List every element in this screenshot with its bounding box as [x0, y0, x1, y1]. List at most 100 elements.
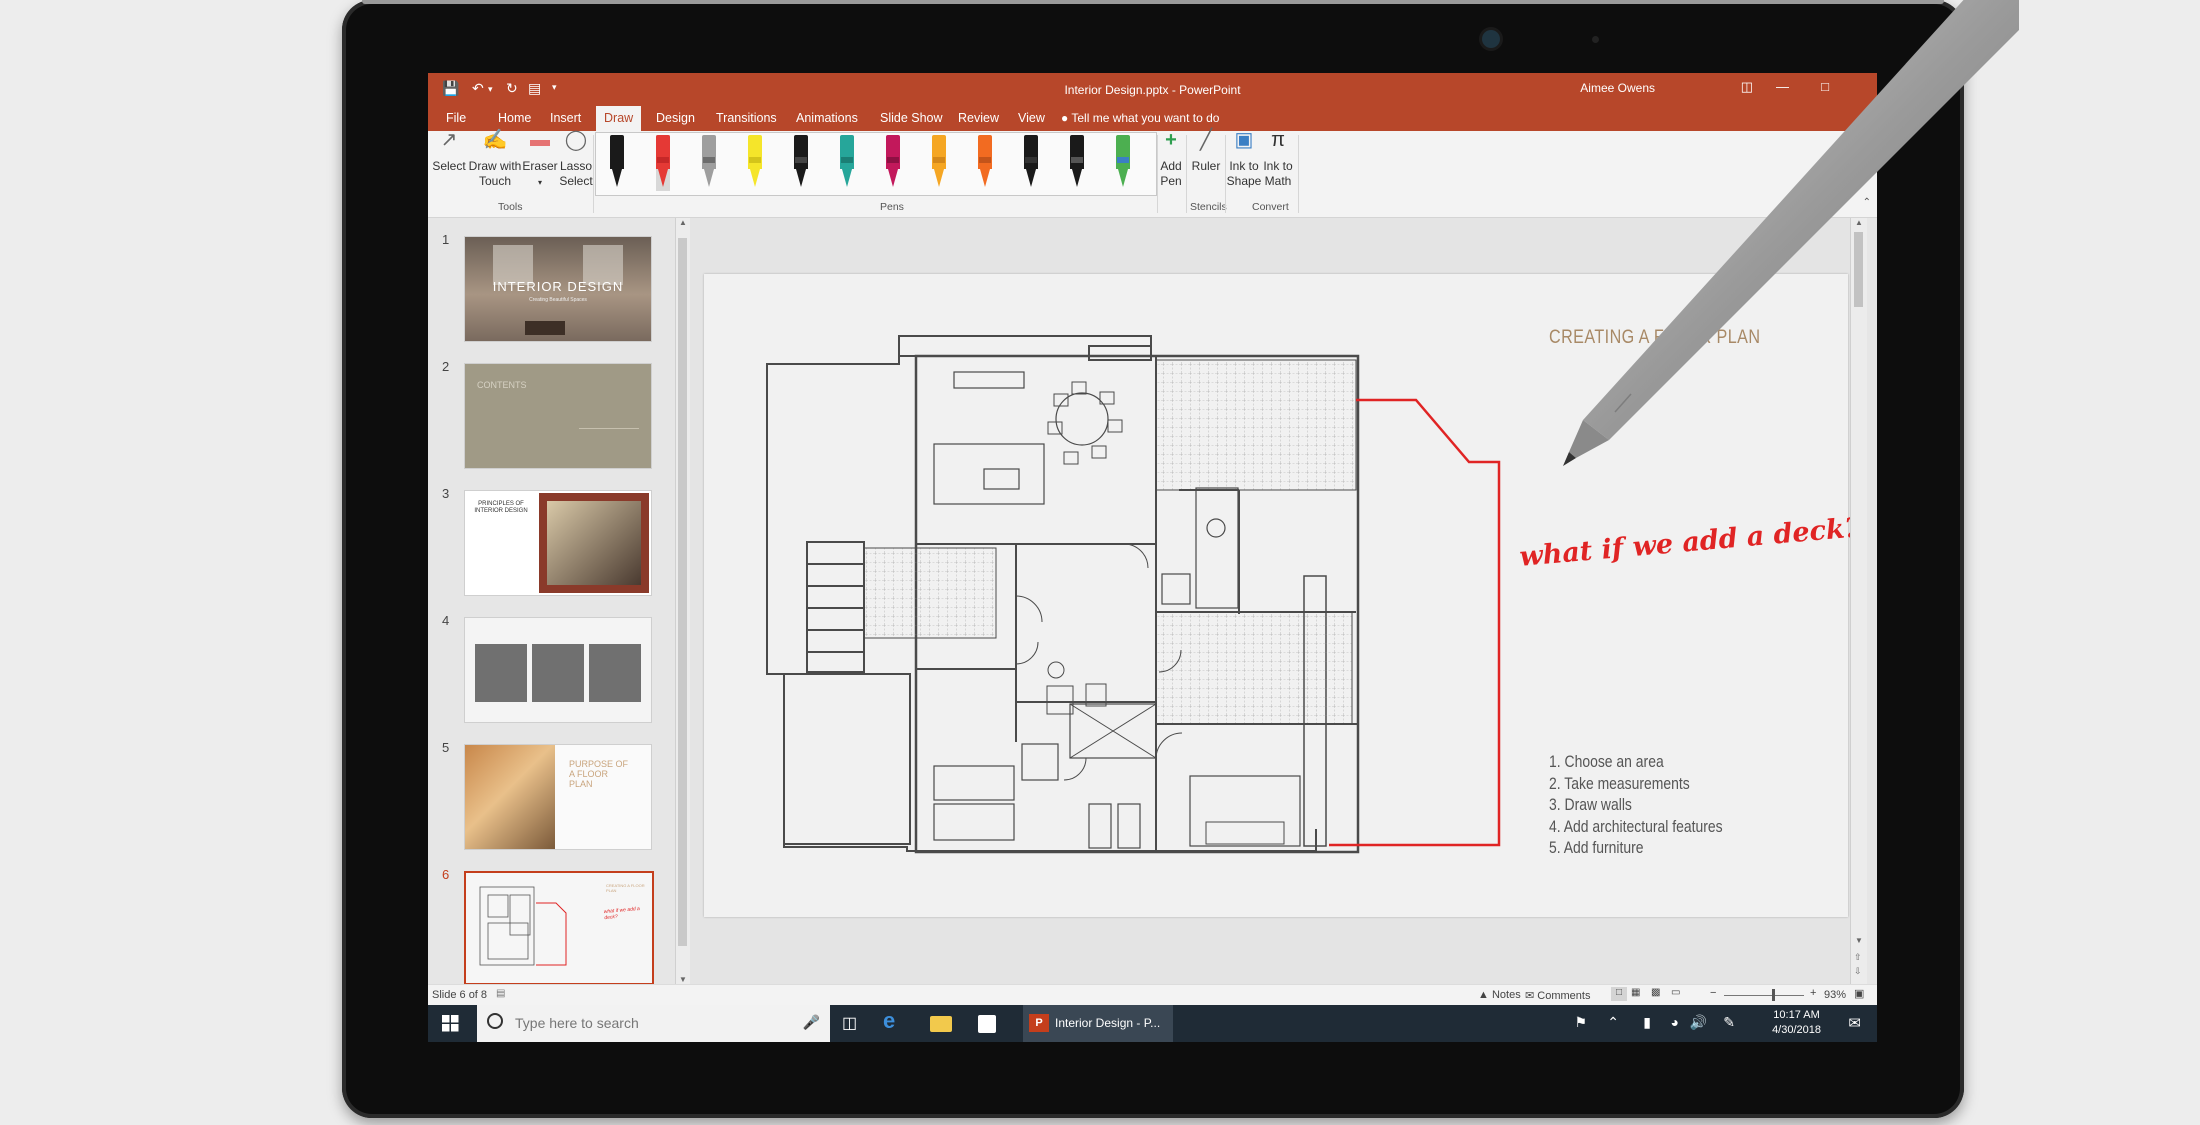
slide-sorter-icon[interactable]: ▦: [1631, 987, 1640, 998]
tab-slide-show[interactable]: Slide Show: [872, 106, 951, 131]
tab-file[interactable]: File: [438, 106, 474, 131]
pen-swatch-5[interactable]: [794, 135, 808, 191]
eraser-button[interactable]: ▬ Eraser ▾: [520, 130, 560, 190]
add-pen-button[interactable]: + Add Pen: [1156, 129, 1186, 189]
plus-icon: +: [1165, 129, 1177, 151]
pen-swatch-3[interactable]: [702, 135, 716, 191]
pen-swatch-10[interactable]: [1024, 135, 1038, 191]
slide-scrollbar[interactable]: ▲ ▼ ⇧ ⇩: [1850, 218, 1867, 984]
pen-swatch-9[interactable]: [978, 135, 992, 191]
pen-swatch-4[interactable]: [748, 135, 762, 191]
slide-thumbnail-2[interactable]: CONTENTS: [464, 363, 652, 469]
pen-swatch-7[interactable]: [886, 135, 900, 191]
tab-review[interactable]: Review: [950, 106, 1007, 131]
pen-swatch-8[interactable]: [932, 135, 946, 191]
thumbnail-scrollbar[interactable]: ▲ ▼: [675, 218, 690, 984]
select-button[interactable]: ↗ Select: [430, 130, 468, 174]
taskbar-powerpoint-app[interactable]: P Interior Design - P...: [1023, 1005, 1173, 1042]
thumb-title: INTERIOR DESIGN: [492, 279, 624, 294]
pen-band: [749, 157, 761, 163]
collapse-ribbon-icon[interactable]: ⌃: [1863, 197, 1871, 208]
scroll-thumb[interactable]: [1854, 232, 1863, 307]
slideshow-view-icon[interactable]: ▭: [1671, 987, 1680, 998]
taskbar-search[interactable]: Type here to search 🎤: [477, 1005, 830, 1042]
microphone-icon[interactable]: 🎤: [803, 1014, 820, 1031]
pen-band: [1117, 157, 1129, 163]
tell-me-search[interactable]: ● Tell me what you want to do: [1061, 106, 1219, 131]
previous-slide-icon[interactable]: ⇧: [1854, 952, 1862, 963]
windows-ink-icon[interactable]: ✎: [1723, 1014, 1735, 1031]
active-app-label: Interior Design - P...: [1055, 1016, 1161, 1030]
slide-thumbnail-1[interactable]: INTERIOR DESIGN Creating Beautiful Space…: [464, 236, 652, 342]
slide-title[interactable]: CREATING A FLOOR PLAN: [1549, 327, 1760, 349]
step-item: 5. Add furniture: [1549, 838, 1644, 857]
ruler-button[interactable]: ╱ Ruler: [1188, 130, 1224, 174]
show-hidden-icons-icon[interactable]: ⌃: [1607, 1014, 1619, 1031]
zoom-level[interactable]: 93%: [1824, 989, 1846, 1001]
lightbulb-icon: ●: [1061, 111, 1069, 125]
ink-to-math-button[interactable]: π Ink to Math: [1260, 129, 1296, 189]
wifi-icon[interactable]: ◕: [1671, 1014, 1679, 1030]
thumb-block: [532, 644, 584, 702]
minimize-icon[interactable]: —: [1776, 79, 1789, 94]
slide-thumbnail-3[interactable]: PRINCIPLES OF INTERIOR DESIGN: [464, 490, 652, 596]
fit-slide-icon[interactable]: ▣: [1854, 987, 1864, 1000]
zoom-slider[interactable]: [1724, 989, 1804, 1001]
action-center-icon[interactable]: ✉: [1848, 1014, 1861, 1032]
clock[interactable]: 10:17 AM 4/30/2018: [1772, 1008, 1821, 1038]
zoom-in-icon[interactable]: +: [1810, 987, 1816, 999]
lasso-select-button[interactable]: ◯ Lasso Select: [558, 130, 594, 189]
windows-start-icon[interactable]: [442, 1015, 464, 1037]
pen-swatch-1[interactable]: [610, 135, 624, 191]
tab-draw[interactable]: Draw: [596, 106, 642, 131]
pen-body: [794, 135, 808, 169]
pi-icon: π: [1271, 129, 1285, 151]
scroll-up-icon[interactable]: ▲: [1855, 218, 1863, 227]
comments-button[interactable]: ✉ Comments: [1525, 989, 1590, 1002]
pen-swatch-12[interactable]: [1116, 135, 1130, 191]
volume-icon[interactable]: 🔊: [1690, 1014, 1707, 1031]
tab-view[interactable]: View: [1010, 106, 1053, 131]
people-icon[interactable]: ⚑: [1574, 1014, 1587, 1031]
maximize-icon[interactable]: □: [1821, 79, 1829, 94]
tab-animations[interactable]: Animations: [788, 106, 866, 131]
thumb-title: CONTENTS: [477, 380, 527, 390]
scroll-up-icon[interactable]: ▲: [679, 218, 687, 227]
reading-view-icon[interactable]: ▩: [1651, 987, 1660, 998]
battery-icon[interactable]: ▮: [1643, 1014, 1651, 1031]
eraser-dropdown-icon[interactable]: ▾: [538, 178, 542, 187]
slide-thumbnail-6[interactable]: CREATING A FLOOR PLAN what if we add a d…: [464, 871, 654, 985]
pen-swatch-2[interactable]: [656, 135, 670, 191]
ink-to-shape-button[interactable]: ▣ Ink to Shape: [1226, 130, 1262, 189]
zoom-out-icon[interactable]: −: [1710, 987, 1716, 999]
tab-home[interactable]: Home: [490, 106, 539, 131]
pen-swatch-11[interactable]: [1070, 135, 1084, 191]
slide-canvas[interactable]: CREATING A FLOOR PLAN what if we add a d…: [704, 274, 1862, 917]
windows-taskbar: Type here to search 🎤 ◫ e P Interior Des…: [428, 1005, 1877, 1042]
scroll-down-icon[interactable]: ▼: [1855, 936, 1863, 945]
spelling-check-icon[interactable]: ▤: [496, 988, 505, 999]
tab-transitions[interactable]: Transitions: [708, 106, 785, 131]
account-user[interactable]: Aimee Owens: [1580, 81, 1655, 95]
normal-view-icon[interactable]: □: [1611, 987, 1627, 1001]
pen-band: [841, 157, 853, 163]
tab-insert[interactable]: Insert: [542, 106, 589, 131]
tab-design[interactable]: Design: [648, 106, 703, 131]
next-slide-icon[interactable]: ⇩: [1854, 966, 1862, 977]
store-icon[interactable]: [978, 1015, 996, 1033]
slide-thumbnail-5[interactable]: PURPOSE OF A FLOOR PLAN: [464, 744, 652, 850]
scroll-down-icon[interactable]: ▼: [679, 975, 687, 984]
slide-thumbnail-4[interactable]: [464, 617, 652, 723]
draw-with-touch-button[interactable]: ✍ Draw with Touch: [468, 130, 522, 189]
pen-swatch-6[interactable]: [840, 135, 854, 191]
ribbon-display-options-icon[interactable]: ◫: [1741, 79, 1753, 95]
convert-group-label: Convert: [1252, 201, 1289, 213]
task-view-icon[interactable]: ◫: [842, 1013, 864, 1035]
edge-browser-icon[interactable]: e: [883, 1008, 905, 1033]
notes-button[interactable]: ▲ Notes: [1478, 989, 1521, 1001]
file-explorer-icon[interactable]: [930, 1016, 952, 1032]
pen-tip: [750, 169, 760, 187]
zoom-slider-thumb[interactable]: [1772, 989, 1775, 1001]
steps-list[interactable]: 1. Choose an area 2. Take measurements 3…: [1549, 751, 1723, 859]
scroll-thumb[interactable]: [678, 238, 687, 946]
